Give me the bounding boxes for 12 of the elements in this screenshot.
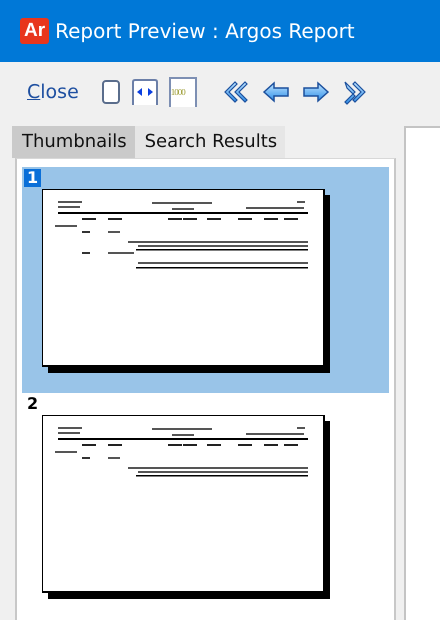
page-number: 1 [24, 169, 42, 187]
close-link[interactable]: Close [27, 81, 79, 103]
right-arrow-icon[interactable] [300, 79, 331, 105]
fit-width-icon[interactable] [130, 78, 159, 106]
thumbnail-item[interactable]: 1 [22, 167, 389, 393]
window-title: Report Preview : Argos Report [55, 19, 355, 43]
left-arrow-icon[interactable] [260, 79, 291, 105]
tab[interactable]: Thumbnails [12, 126, 135, 158]
page-number: 2 [26, 395, 40, 413]
tab[interactable]: Search Results [134, 126, 286, 158]
page-icon[interactable] [100, 79, 121, 105]
app-logo: Ar [20, 18, 50, 44]
